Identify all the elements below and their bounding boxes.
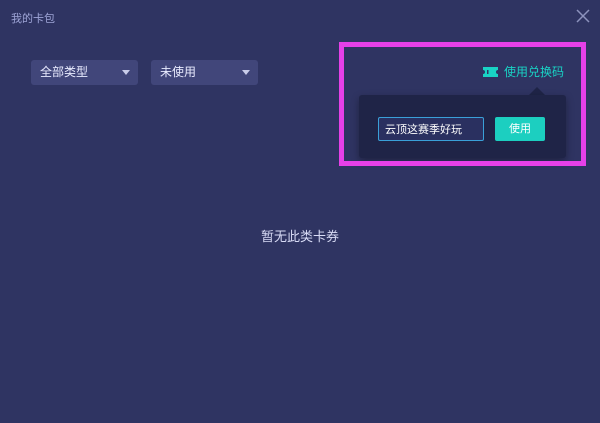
card-wallet-window: 我的卡包 全部类型 未使用 使用兑换码 使用 暂无此类卡券 bbox=[0, 0, 600, 423]
use-code-button[interactable]: 使用 bbox=[495, 117, 545, 141]
type-filter-value: 全部类型 bbox=[40, 65, 89, 79]
redeem-code-label: 使用兑换码 bbox=[504, 65, 565, 79]
status-filter-value: 未使用 bbox=[160, 65, 197, 79]
status-filter-select[interactable]: 未使用 bbox=[151, 60, 258, 85]
close-button[interactable] bbox=[574, 7, 592, 25]
ticket-icon bbox=[483, 67, 498, 77]
chevron-down-icon bbox=[242, 70, 250, 75]
close-icon bbox=[576, 9, 590, 23]
type-filter-select[interactable]: 全部类型 bbox=[31, 60, 138, 85]
popover-arrow bbox=[529, 87, 545, 95]
window-title: 我的卡包 bbox=[11, 12, 55, 25]
chevron-down-icon bbox=[122, 70, 130, 75]
redeem-code-input[interactable] bbox=[378, 117, 484, 141]
empty-state-message: 暂无此类卡券 bbox=[260, 230, 339, 245]
redeem-code-link[interactable]: 使用兑换码 bbox=[482, 63, 564, 81]
